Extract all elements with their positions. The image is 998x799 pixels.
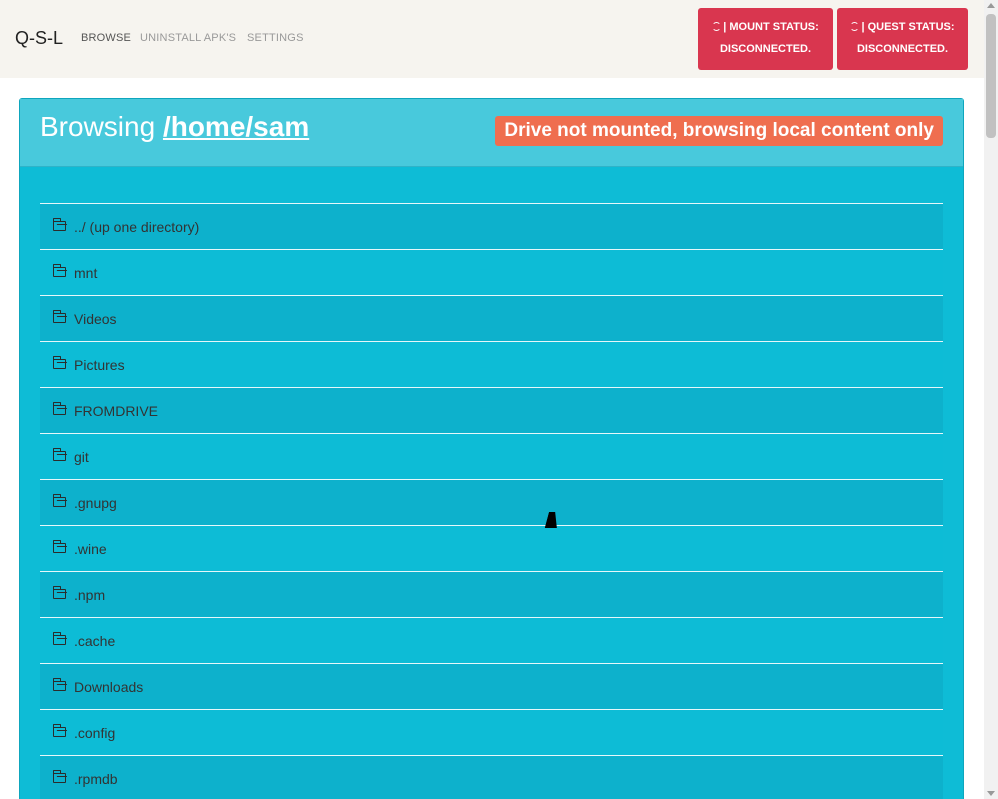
folder-open-icon bbox=[53, 218, 66, 231]
folder-name[interactable]: Videos bbox=[74, 311, 117, 327]
current-path-link[interactable]: /home/sam bbox=[163, 111, 309, 142]
nav-settings[interactable]: SETTINGS bbox=[247, 32, 304, 44]
folder-row[interactable]: git bbox=[40, 433, 943, 479]
quest-status-label: | QUEST STATUS: bbox=[861, 21, 955, 33]
folder-row[interactable]: .wine bbox=[40, 525, 943, 571]
folder-open-icon bbox=[53, 310, 66, 323]
brand-logo[interactable]: Q-S-L bbox=[15, 28, 63, 49]
folder-name[interactable]: .gnupg bbox=[74, 495, 117, 511]
folder-open-icon bbox=[53, 632, 66, 645]
folder-row[interactable]: .rpmdb bbox=[40, 755, 943, 799]
folder-row[interactable]: Downloads bbox=[40, 663, 943, 709]
folder-name[interactable]: ../ (up one directory) bbox=[74, 219, 199, 235]
folder-row[interactable]: Videos bbox=[40, 295, 943, 341]
quest-status-value: DISCONNECTED. bbox=[856, 43, 949, 55]
folder-open-icon bbox=[53, 724, 66, 737]
folder-open-icon bbox=[53, 494, 66, 507]
page-scrollbar[interactable] bbox=[984, 0, 998, 799]
folder-open-icon bbox=[53, 448, 66, 461]
folder-name[interactable]: .cache bbox=[74, 633, 115, 649]
page-title: Browsing /home/sam bbox=[40, 111, 309, 143]
folder-open-icon bbox=[53, 402, 66, 415]
folder-row[interactable]: .config bbox=[40, 709, 943, 755]
folder-name[interactable]: FROMDRIVE bbox=[74, 403, 158, 419]
browser-panel: Browsing /home/sam Drive not mounted, br… bbox=[19, 98, 964, 799]
scrollbar-thumb[interactable] bbox=[986, 14, 996, 138]
folder-name[interactable]: .wine bbox=[74, 541, 107, 557]
folder-open-icon bbox=[53, 356, 66, 369]
folder-name[interactable]: .rpmdb bbox=[74, 771, 118, 787]
folder-row[interactable]: .cache bbox=[40, 617, 943, 663]
mount-status-label: | MOUNT STATUS: bbox=[723, 21, 819, 33]
nav-browse[interactable]: BROWSE bbox=[81, 32, 131, 44]
folder-open-icon bbox=[53, 770, 66, 783]
folder-row[interactable]: mnt bbox=[40, 249, 943, 295]
quest-status-button[interactable]: | QUEST STATUS: DISCONNECTED. bbox=[837, 8, 968, 70]
folder-name[interactable]: Downloads bbox=[74, 679, 143, 695]
drive-warning-badge: Drive not mounted, browsing local conten… bbox=[495, 116, 943, 146]
folder-name[interactable]: .npm bbox=[74, 587, 105, 603]
top-navbar: Q-S-L BROWSE UNINSTALL APK'S SETTINGS | … bbox=[0, 0, 984, 78]
browser-panel-header: Browsing /home/sam Drive not mounted, br… bbox=[20, 99, 963, 167]
folder-open-icon bbox=[53, 586, 66, 599]
folder-open-icon bbox=[53, 678, 66, 691]
folder-row[interactable]: .gnupg bbox=[40, 479, 943, 525]
folder-name[interactable]: git bbox=[74, 449, 89, 465]
folder-row[interactable]: .npm bbox=[40, 571, 943, 617]
folder-open-icon bbox=[53, 540, 66, 553]
mount-status-value: DISCONNECTED. bbox=[719, 43, 812, 55]
folder-name[interactable]: mnt bbox=[74, 265, 97, 281]
folder-row[interactable]: FROMDRIVE bbox=[40, 387, 943, 433]
mount-status-button[interactable]: | MOUNT STATUS: DISCONNECTED. bbox=[698, 8, 833, 70]
folder-name[interactable]: Pictures bbox=[74, 357, 125, 373]
refresh-icon bbox=[712, 22, 722, 31]
folder-row[interactable]: ../ (up one directory) bbox=[40, 203, 943, 249]
nav-uninstall-apks[interactable]: UNINSTALL APK'S bbox=[140, 32, 236, 44]
scroll-up-icon[interactable] bbox=[987, 3, 995, 8]
folder-name[interactable]: .config bbox=[74, 725, 115, 741]
refresh-icon bbox=[850, 22, 860, 31]
browsing-prefix: Browsing bbox=[40, 111, 163, 142]
folder-open-icon bbox=[53, 264, 66, 277]
folder-row[interactable]: Pictures bbox=[40, 341, 943, 387]
file-list: ../ (up one directory) mnt Videos Pictures F… bbox=[40, 203, 943, 799]
scroll-down-icon[interactable] bbox=[987, 791, 995, 796]
